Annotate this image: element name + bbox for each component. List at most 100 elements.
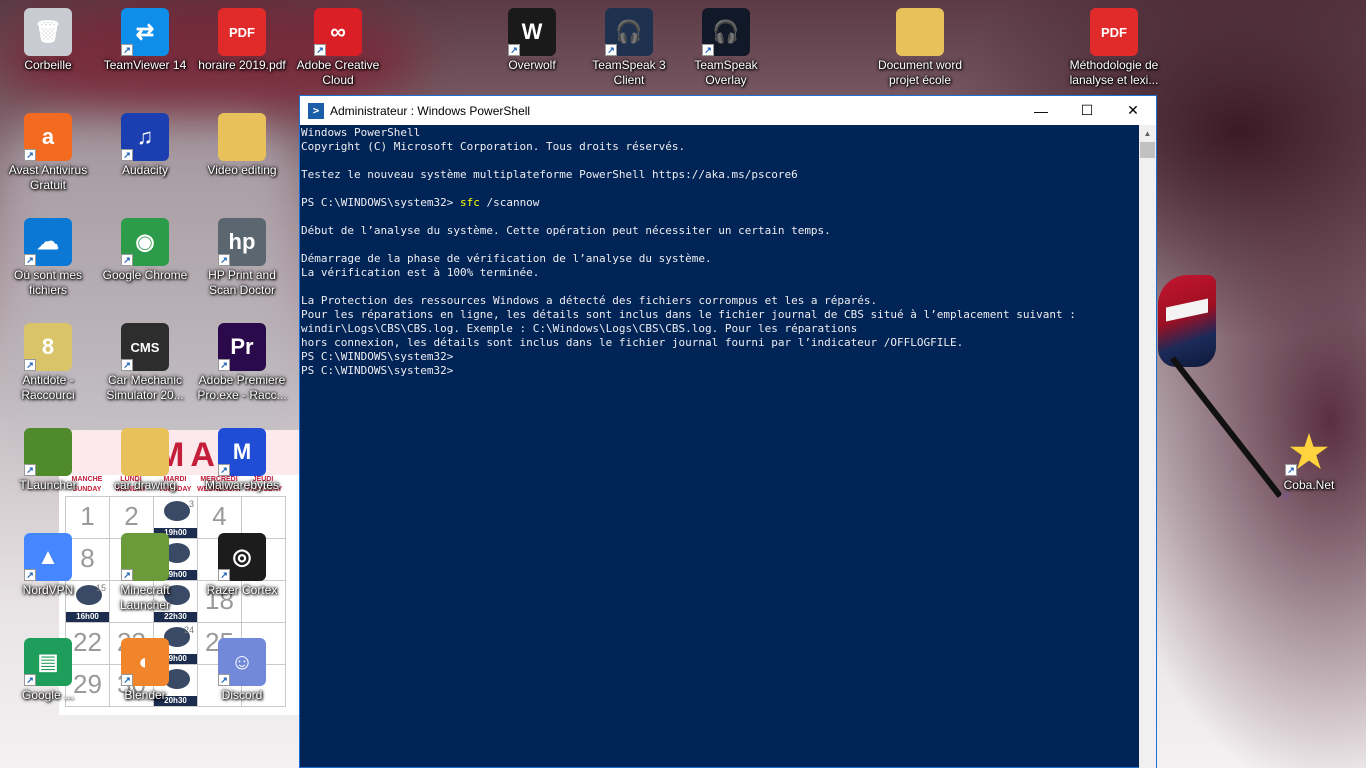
calendar-day-number: 24 xyxy=(183,625,194,635)
pdf-icon: PDF xyxy=(218,8,266,56)
premiere-icon: Pr ↗ xyxy=(218,323,266,371)
maximize-button[interactable]: ☐ xyxy=(1064,96,1110,125)
console-line: Testez le nouveau système multiplateform… xyxy=(301,168,798,181)
shortcut-label: Méthodologie de lanalyse et lexi... xyxy=(1069,58,1159,87)
console-line: Pour les réparations en ligne, les détai… xyxy=(301,308,1076,321)
desktop-shortcut[interactable]: ↗ Minecraft Launcher xyxy=(99,533,191,613)
console-command-arg: /scannow xyxy=(479,196,540,209)
desktop-shortcut[interactable]: Pr ↗ Adobe Premiere Pro.exe - Racc... xyxy=(196,323,288,403)
teamviewer-icon: ⇄ ↗ xyxy=(121,8,169,56)
powershell-icon: > xyxy=(308,102,324,119)
teamspeak-overlay-icon: 🎧 ↗ xyxy=(702,8,750,56)
game-time: 22h30 xyxy=(154,612,197,622)
console-line: windir\Logs\CBS\CBS.log. Exemple : C:\Wi… xyxy=(301,322,858,335)
desktop-shortcut[interactable]: ∞ ↗ Adobe Creative Cloud xyxy=(292,8,384,88)
antidote-icon: 8 ↗ xyxy=(24,323,72,371)
shortcut-arrow-icon: ↗ xyxy=(218,359,230,371)
overwolf-icon: W ↗ xyxy=(508,8,556,56)
shortcut-label: Google Chrome xyxy=(102,268,188,282)
console-scrollbar[interactable]: ▲ xyxy=(1139,125,1156,768)
shortcut-label: TeamViewer 14 xyxy=(103,58,187,72)
star-icon: ★ ↗ xyxy=(1285,428,1333,477)
desktop-shortcut[interactable]: ▲ ↗ NordVPN xyxy=(2,533,94,598)
car-mechanic-icon: CMS ↗ xyxy=(121,323,169,371)
desktop-shortcut[interactable]: PDF horaire 2019.pdf xyxy=(196,8,288,73)
shortcut-label: Où sont mes fichiers xyxy=(13,268,83,297)
razer-cortex-icon: ◎ ↗ xyxy=(218,533,266,581)
desktop-shortcut[interactable]: CMS ↗ Car Mechanic Simulator 20... xyxy=(99,323,191,403)
shortcut-label: TeamSpeak 3 Client xyxy=(592,58,666,87)
calendar-day-number: 2 xyxy=(124,501,139,531)
console-command: sfc xyxy=(459,196,480,209)
shortcut-label: Malwarebytes xyxy=(204,478,280,492)
close-button[interactable]: ✕ xyxy=(1110,96,1156,125)
minimize-button[interactable]: — xyxy=(1018,96,1064,125)
shortcut-label: HP Print and Scan Doctor xyxy=(208,268,276,297)
shortcut-arrow-icon: ↗ xyxy=(508,44,520,56)
shortcut-label: NordVPN xyxy=(22,583,74,597)
shortcut-arrow-icon: ↗ xyxy=(1285,464,1297,476)
desktop-shortcut[interactable]: 🎧 ↗ TeamSpeak 3 Client xyxy=(583,8,675,88)
desktop-shortcut[interactable]: Document word projet école xyxy=(874,8,966,88)
shortcut-label: TLauncher xyxy=(19,478,77,492)
onedrive-icon: ☁ ↗ xyxy=(24,218,72,266)
google-sheets-icon: ▤ ↗ xyxy=(24,638,72,686)
shortcut-label: car drawing xyxy=(113,478,177,492)
scroll-up-icon[interactable]: ▲ xyxy=(1139,125,1156,142)
scrollbar-thumb[interactable] xyxy=(1140,142,1155,158)
desktop-shortcut[interactable]: ☁ ↗ Où sont mes fichiers xyxy=(2,218,94,298)
shortcut-label: Adobe Premiere Pro.exe - Racc... xyxy=(197,373,287,402)
shortcut-label: Blender xyxy=(124,688,166,702)
desktop-shortcut[interactable]: hp ↗ HP Print and Scan Doctor xyxy=(196,218,288,298)
desktop-shortcut[interactable]: ◉ ↗ Google Chrome xyxy=(99,218,191,283)
desktop-shortcut[interactable]: ◐ ↗ Blender xyxy=(99,638,191,703)
teamspeak-icon: 🎧 ↗ xyxy=(605,8,653,56)
shortcut-label: Google ... xyxy=(21,688,75,702)
desktop-shortcut[interactable]: ⇄ ↗ TeamViewer 14 xyxy=(99,8,191,73)
shortcut-arrow-icon: ↗ xyxy=(121,674,133,686)
shortcut-arrow-icon: ↗ xyxy=(218,674,230,686)
window-titlebar[interactable]: > Administrateur : Windows PowerShell — … xyxy=(300,96,1156,125)
shortcut-label: Coba.Net xyxy=(1283,478,1335,492)
desktop-shortcut[interactable]: W ↗ Overwolf xyxy=(486,8,578,73)
desktop-shortcut[interactable]: ☺ ↗ Discord xyxy=(196,638,288,703)
console-area[interactable]: Windows PowerShell Copyright (C) Microso… xyxy=(300,125,1156,768)
shortcut-arrow-icon: ↗ xyxy=(24,674,36,686)
shortcut-label: Audacity xyxy=(121,163,169,177)
desktop-shortcut[interactable]: Video editing xyxy=(196,113,288,178)
shortcut-label: Avast Antivirus Gratuit xyxy=(8,163,88,192)
shortcut-arrow-icon: ↗ xyxy=(24,359,36,371)
window-title: Administrateur : Windows PowerShell xyxy=(330,103,531,118)
console-line: PS C:\WINDOWS\system32> xyxy=(301,350,454,363)
nordvpn-icon: ▲ ↗ xyxy=(24,533,72,581)
console-line: PS C:\WINDOWS\system32> xyxy=(301,364,454,377)
desktop-shortcut[interactable]: 8 ↗ Antidote - Raccourci xyxy=(2,323,94,403)
shortcut-label: Razer Cortex xyxy=(206,583,278,597)
powershell-window[interactable]: > Administrateur : Windows PowerShell — … xyxy=(299,95,1157,768)
desktop-shortcut[interactable]: ◎ ↗ Razer Cortex xyxy=(196,533,288,598)
shortcut-arrow-icon: ↗ xyxy=(24,464,36,476)
minecraft-icon: ↗ xyxy=(121,533,169,581)
desktop-shortcut[interactable]: ↗ TLauncher xyxy=(2,428,94,493)
shortcut-arrow-icon: ↗ xyxy=(605,44,617,56)
desktop-shortcut[interactable]: M ↗ Malwarebytes xyxy=(196,428,288,493)
shortcut-label: TeamSpeak Overlay xyxy=(694,58,758,87)
desktop-shortcut[interactable]: ★ ↗ Coba.Net xyxy=(1263,428,1355,493)
desktop-shortcut[interactable]: 🎧 ↗ TeamSpeak Overlay xyxy=(680,8,772,88)
console-output[interactable]: Windows PowerShell Copyright (C) Microso… xyxy=(301,126,1136,378)
desktop-shortcut[interactable]: 🗑 Corbeille xyxy=(2,8,94,73)
shortcut-arrow-icon: ↗ xyxy=(24,569,36,581)
pdf-icon: PDF xyxy=(1090,8,1138,56)
desktop-shortcut[interactable]: ▤ ↗ Google ... xyxy=(2,638,94,703)
desktop-shortcut[interactable]: ♫ ↗ Audacity xyxy=(99,113,191,178)
desktop-shortcut[interactable]: PDF Méthodologie de lanalyse et lexi... xyxy=(1068,8,1160,88)
avast-icon: a ↗ xyxy=(24,113,72,161)
console-line: La vérification est à 100% terminée. xyxy=(301,266,540,279)
desktop-shortcut[interactable]: a ↗ Avast Antivirus Gratuit xyxy=(2,113,94,193)
shortcut-arrow-icon: ↗ xyxy=(121,149,133,161)
shortcut-label: Antidote - Raccourci xyxy=(21,373,75,402)
folder-icon xyxy=(896,8,944,56)
desktop-shortcut[interactable]: car drawing xyxy=(99,428,191,493)
window-controls: — ☐ ✕ xyxy=(1018,96,1156,125)
shortcut-label: Corbeille xyxy=(24,58,72,72)
